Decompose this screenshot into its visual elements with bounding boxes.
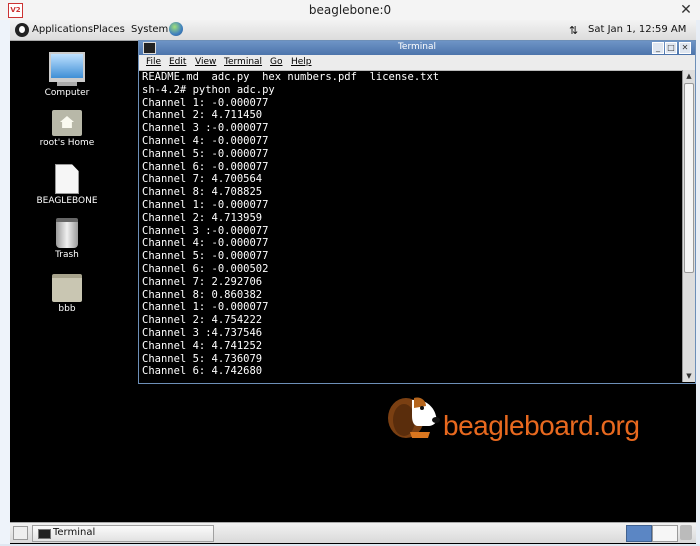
terminal-line: Channel 8: 4.708825 [142,186,263,199]
web-browser-icon[interactable] [169,22,183,36]
menu-file[interactable]: File [146,57,161,67]
scroll-down-arrow-icon[interactable]: ▼ [683,370,695,382]
terminal-line: Channel 5: -0.000077 [142,147,269,160]
trash-applet-icon[interactable] [680,525,692,540]
terminal-line: Channel 2: 4.754222 [142,314,263,327]
vnc-close-button[interactable]: ✕ [678,2,694,18]
terminal-line: Channel 2: 4.711450 [142,109,263,122]
beagleboard-logo-text: beagleboard.org [443,410,640,441]
terminal-line: Channel 1: -0.000077 [142,198,269,211]
terminal-line: Channel 3 :4.737546 [142,326,263,339]
network-icon[interactable]: ⇅ [569,24,578,37]
terminal-line: sh-4.2# python adc.py [142,83,275,96]
desktop-icon-bbb[interactable]: bbb [32,274,102,314]
terminal-line: Channel 7: 2.292706 [142,275,263,288]
menu-help[interactable]: Help [291,57,312,67]
top-panel: Applications Places System ⇅ Sat Jan 1, … [10,20,696,41]
computer-stand [57,82,77,86]
terminal-line: Channel 7: 4.700564 [142,173,263,186]
terminal-icon [38,529,51,539]
menu-view[interactable]: View [195,57,216,67]
applications-menu[interactable]: Applications [32,24,93,35]
menu-terminal[interactable]: Terminal [224,57,262,67]
bottom-panel: Terminal [10,522,696,543]
gnome-foot-icon[interactable] [15,23,29,37]
desktop-icon-beaglebone[interactable]: BEAGLEBONE [32,164,102,206]
workspace-1[interactable] [626,525,652,542]
terminal-line: Channel 6: -0.000077 [142,160,269,173]
desktop-icon-label: bbb [58,304,76,314]
terminal-menubar: File Edit View Terminal Go Help [139,55,695,71]
desktop-icon-home[interactable]: root's Home [32,110,102,148]
desktop-icon-label: Trash [55,250,79,260]
minimize-button[interactable]: _ [652,42,664,54]
terminal-line: Channel 3 :-0.000077 [142,224,269,237]
menu-edit[interactable]: Edit [169,57,186,67]
scroll-up-arrow-icon[interactable]: ▲ [683,70,695,82]
vnc-titlebar: V2 beaglebone:0 ✕ [0,0,700,21]
terminal-output[interactable]: README.md adc.py hex numbers.pdf license… [142,71,682,381]
vnc-right-border [696,20,700,546]
scrollbar-thumb[interactable] [684,83,694,273]
terminal-titlebar[interactable]: Terminal _ □ ✕ [139,41,695,55]
system-menu[interactable]: System [131,24,168,35]
desktop-icon-label: Computer [44,88,90,98]
terminal-line: Channel 4: 4.741252 [142,339,263,352]
taskbar-terminal-button[interactable]: Terminal [32,525,214,542]
terminal-line: Channel 5: -0.000077 [142,250,269,263]
close-button[interactable]: ✕ [679,42,691,54]
places-menu[interactable]: Places [93,24,125,35]
terminal-line: Channel 6: 4.742680 [142,365,263,378]
terminal-line: Channel 2: 4.713959 [142,211,263,224]
vnc-window-title: beaglebone:0 [308,3,392,17]
trash-icon [56,218,78,248]
desktop-icon-label: BEAGLEBONE [36,196,98,206]
beagle-dog-logo-icon [388,397,440,438]
terminal-line: Channel 3 :-0.000077 [142,122,269,135]
terminal-line: Channel 5: 4.736079 [142,352,263,365]
clock[interactable]: Sat Jan 1, 12:59 AM [588,24,686,35]
workspace-2[interactable] [652,525,678,542]
maximize-button[interactable]: □ [665,42,677,54]
terminal-scrollbar[interactable]: ▲ ▼ [682,70,695,382]
menu-go[interactable]: Go [270,57,282,67]
home-folder-icon [52,110,82,136]
terminal-line: README.md adc.py hex numbers.pdf license… [142,71,440,83]
terminal-line: Channel 1: -0.000077 [142,96,269,109]
terminal-title: Terminal [397,42,437,52]
taskbar-label: Terminal [53,527,96,538]
folder-icon [52,274,82,302]
desktop-icon-trash[interactable]: Trash [32,218,102,260]
desktop-icon-label: root's Home [39,138,95,148]
computer-icon [49,52,85,82]
show-desktop-icon[interactable] [13,526,28,540]
file-icon [55,164,79,194]
desktop-icon-computer[interactable]: Computer [32,52,102,98]
terminal-line: Channel 6: -0.000502 [142,262,269,275]
terminal-window[interactable]: Terminal _ □ ✕ File Edit View Terminal G… [138,40,696,384]
terminal-line: Channel 1: -0.000077 [142,301,269,314]
terminal-line: Channel 8: 0.860382 [142,288,263,301]
terminal-line: Channel 4: -0.000077 [142,134,269,147]
terminal-line: Channel 4: -0.000077 [142,237,269,250]
